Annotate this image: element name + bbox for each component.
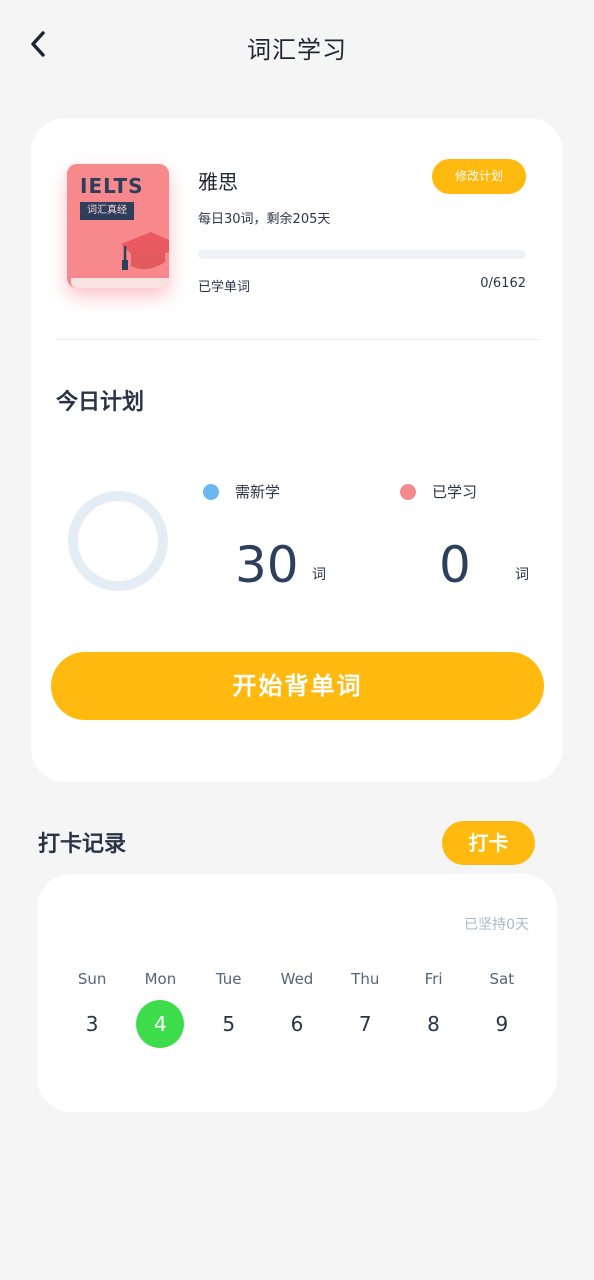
legend-new-words: 需新学: [203, 481, 280, 502]
weekday-label: Wed: [280, 970, 314, 988]
weekday-label: Sun: [77, 970, 107, 988]
date-cell: 7: [331, 1000, 399, 1048]
learned-today-count: 0: [439, 536, 471, 594]
study-plan-card: IELTS 词汇真经 雅思 修改计划 每日30词，剩余205天 已学单词 0/6…: [31, 118, 563, 782]
checkin-calendar-card: 已坚持0天 Sun Mon Tue Wed Thu Fri Sat 3 4 5 …: [37, 874, 557, 1112]
streak-text: 已坚持0天: [464, 917, 529, 933]
learned-words-count: 0/6162: [480, 276, 526, 291]
book-cover[interactable]: IELTS 词汇真经: [67, 164, 169, 288]
today-progress-ring: [68, 491, 168, 591]
header: 词汇学习: [0, 0, 594, 90]
today-plan-title: 今日计划: [56, 390, 145, 415]
page-title: 词汇学习: [247, 36, 347, 64]
date-cell: 8: [399, 1000, 467, 1048]
new-words-count: 30: [235, 536, 299, 594]
checkin-button[interactable]: 打卡: [442, 821, 535, 865]
plan-description: 每日30词，剩余205天: [198, 212, 331, 227]
calendar-date[interactable]: 7: [341, 1000, 389, 1048]
date-cell: 5: [195, 1000, 263, 1048]
weekday-label: Tue: [215, 970, 242, 988]
calendar-date[interactable]: 4: [136, 1000, 185, 1048]
checkin-record-title: 打卡记录: [38, 832, 127, 857]
legend-done-label: 已学习: [432, 483, 478, 501]
calendar-date[interactable]: 3: [68, 1000, 116, 1048]
book-cover-subtitle: 词汇真经: [80, 202, 134, 220]
calendar-date[interactable]: 6: [273, 1000, 321, 1048]
start-memorizing-button[interactable]: 开始背单词: [51, 652, 544, 720]
learned-today-unit: 词: [515, 567, 529, 583]
weekday-label: Fri: [424, 970, 443, 988]
edit-plan-button[interactable]: 修改计划: [432, 159, 526, 194]
calendar-date[interactable]: 5: [205, 1000, 253, 1048]
book-name: 雅思: [198, 170, 238, 194]
date-cell: 6: [263, 1000, 331, 1048]
legend-new-label: 需新学: [235, 483, 281, 501]
vocabulary-page: 词汇学习 IELTS 词汇真经 雅思 修改计划 每日30词，剩余205天 已学单…: [0, 0, 594, 1280]
learning-progress-bar: [198, 250, 526, 259]
calendar-date[interactable]: 8: [410, 1000, 458, 1048]
new-words-unit: 词: [312, 567, 326, 583]
learned-words-dot-icon: [400, 483, 416, 500]
book-cover-title: IELTS: [80, 174, 144, 198]
weekday-label: Sat: [489, 970, 515, 988]
weekday-label: Mon: [144, 970, 177, 988]
divider: [56, 339, 540, 340]
calendar-date[interactable]: 9: [478, 1000, 526, 1048]
date-cell: 9: [468, 1000, 536, 1048]
graduation-cap-icon: [121, 232, 169, 270]
weekday-label: Thu: [351, 970, 380, 988]
weekday-row: Sun Mon Tue Wed Thu Fri Sat: [58, 970, 536, 988]
legend-learned-words: 已学习: [400, 481, 477, 502]
learned-words-label: 已学单词: [198, 280, 251, 295]
book-cover-pages: [71, 278, 169, 288]
date-cell: 3: [58, 1000, 126, 1048]
new-words-dot-icon: [203, 483, 219, 500]
date-row: 3 4 5 6 7 8 9: [58, 1000, 536, 1048]
date-cell: 4: [126, 1000, 194, 1048]
